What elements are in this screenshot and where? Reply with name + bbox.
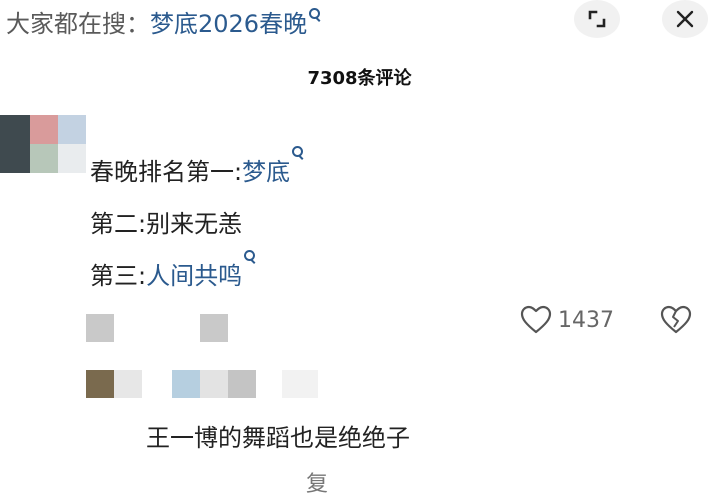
like-count: 1437 <box>558 307 614 333</box>
expand-icon <box>588 10 606 28</box>
blurred-metadata-block <box>86 314 114 342</box>
reply-avatar[interactable] <box>86 370 318 400</box>
search-icon <box>309 8 321 22</box>
search-suggestion-bar[interactable]: 大家都在搜： 梦底2026春晚 <box>6 4 321 38</box>
like-button[interactable]: 1437 <box>520 305 614 335</box>
heart-icon <box>520 305 552 334</box>
broken-heart-icon <box>660 305 692 334</box>
dislike-button[interactable] <box>660 305 692 339</box>
blurred-metadata-block <box>200 314 228 342</box>
avatar[interactable] <box>0 115 86 173</box>
close-icon <box>676 10 694 28</box>
comment-count-title: 7308条评论 <box>307 68 412 89</box>
search-suggestion-link[interactable]: 梦底2026春晚 <box>150 4 307 39</box>
comment-line-2: 第二:别来无恙 <box>90 210 243 238</box>
search-icon <box>244 250 256 264</box>
comment-line-3: 第三:人间共鸣 <box>90 250 256 291</box>
comment-line-1-link[interactable]: 梦底 <box>242 158 290 186</box>
search-icon <box>292 146 304 160</box>
comment-line-1: 春晚排名第一:梦底 <box>90 146 304 187</box>
reply-text: 王一博的舞蹈也是绝绝子 <box>146 424 410 452</box>
comment-line-3-link[interactable]: 人间共鸣 <box>146 262 242 290</box>
close-button[interactable] <box>662 0 708 38</box>
reply-button[interactable]: 复 <box>306 466 328 498</box>
comment-line-3-text: 第三: <box>90 262 147 290</box>
expand-button[interactable] <box>574 0 620 38</box>
search-suggestion-prefix: 大家都在搜： <box>6 9 150 38</box>
comment-line-1-text: 春晚排名第一: <box>90 158 243 186</box>
